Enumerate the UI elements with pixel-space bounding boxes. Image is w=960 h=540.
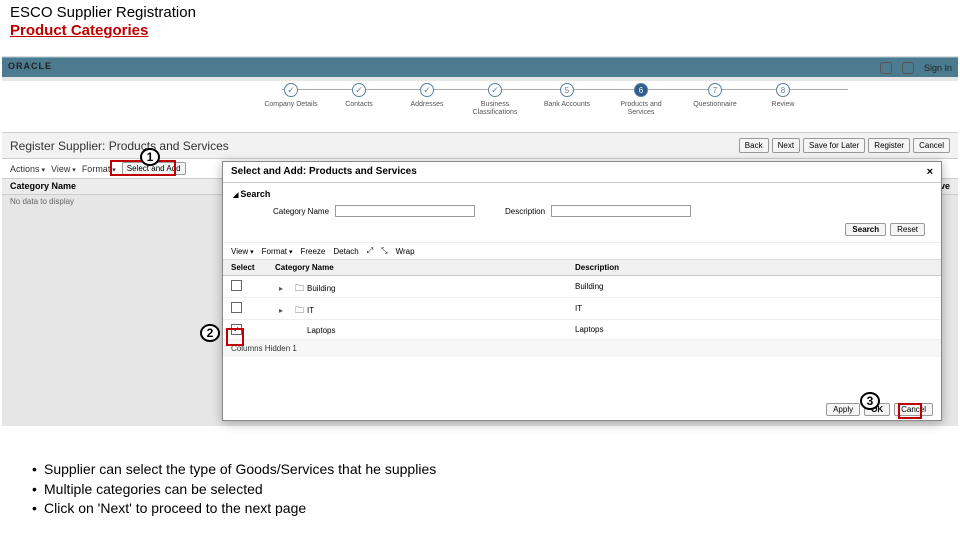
reset-button[interactable]: Reset: [890, 223, 925, 236]
row-desc: Building: [575, 282, 933, 291]
leaf-icon: [295, 325, 303, 333]
columns-hidden-text: Columns Hidden 1: [223, 340, 941, 357]
grid-empty-text: No data to display: [10, 197, 74, 206]
expand-icon[interactable]: [279, 284, 287, 292]
step-questionnaire[interactable]: 7Questionnaire: [684, 83, 746, 109]
note-item: Supplier can select the type of Goods/Se…: [32, 460, 436, 480]
search-button[interactable]: Search: [845, 223, 886, 236]
row-name: IT: [307, 306, 314, 315]
detach-button[interactable]: Detach: [333, 247, 358, 256]
col-desc: Description: [575, 263, 933, 272]
expand-icon[interactable]: ⤢: [367, 246, 373, 256]
actions-menu[interactable]: Actions: [10, 164, 45, 174]
slide-subtitle: Product Categories: [10, 22, 148, 39]
modal-toolbar: View Format Freeze Detach ⤢ ⤡ Wrap: [223, 243, 941, 260]
close-icon[interactable]: ×: [927, 166, 933, 178]
search-panel-header[interactable]: Search: [233, 189, 931, 199]
step-bank-accounts[interactable]: 5Bank Accounts: [536, 83, 598, 109]
oracle-logo: ORACLE: [8, 61, 52, 71]
step-review[interactable]: 8Review: [752, 83, 814, 109]
expand-icon[interactable]: [279, 306, 287, 314]
callout-1: 1: [140, 148, 160, 166]
search-description-label: Description: [505, 207, 545, 216]
screenshot-area: ORACLE Sign In Company Details Contacts …: [2, 56, 958, 426]
sign-in-link[interactable]: Sign In: [924, 63, 952, 73]
register-button[interactable]: Register: [868, 138, 910, 153]
view-menu[interactable]: View: [51, 164, 76, 174]
page-title: Register Supplier: Products and Services: [10, 139, 229, 153]
callout-2: 2: [200, 324, 220, 342]
search-category-input[interactable]: [335, 205, 475, 217]
folder-icon: [295, 281, 303, 289]
step-company-details[interactable]: Company Details: [260, 83, 322, 109]
train-stepper: Company Details Contacts Addresses Busin…: [2, 81, 958, 133]
row-name: Laptops: [307, 326, 335, 335]
search-category-field: Category Name: [273, 205, 475, 217]
row-checkbox[interactable]: [231, 324, 242, 335]
step-contacts[interactable]: Contacts: [328, 83, 390, 109]
apply-button[interactable]: Apply: [826, 403, 860, 416]
cancel-button[interactable]: Cancel: [913, 138, 950, 153]
format-menu[interactable]: Format: [82, 164, 116, 174]
app-bar: ORACLE Sign In: [2, 57, 958, 77]
collapse-icon[interactable]: ⤡: [381, 246, 387, 256]
leaf-icon: [279, 325, 287, 333]
save-for-later-button[interactable]: Save for Later: [803, 138, 865, 153]
note-item: Click on 'Next' to proceed to the next p…: [32, 499, 436, 519]
table-row[interactable]: IT IT: [223, 298, 941, 320]
dialog-title: Select and Add: Products and Services: [231, 166, 417, 178]
wrap-button[interactable]: Wrap: [396, 247, 415, 256]
category-table: Select Category Name Description Buildin…: [223, 260, 941, 340]
modal-cancel-button[interactable]: Cancel: [894, 403, 933, 416]
note-item: Multiple categories can be selected: [32, 480, 436, 500]
search-description-field: Description: [505, 205, 691, 217]
callout-3: 3: [860, 392, 880, 410]
select-add-dialog: Select and Add: Products and Services × …: [222, 161, 942, 421]
slide-title: ESCO Supplier Registration: [10, 4, 196, 21]
row-name: Building: [307, 284, 335, 293]
search-description-input[interactable]: [551, 205, 691, 217]
home-icon[interactable]: [880, 62, 892, 74]
modal-format-menu[interactable]: Format: [262, 247, 293, 256]
modal-view-menu[interactable]: View: [231, 247, 254, 256]
row-checkbox[interactable]: [231, 280, 242, 291]
col-category-name: Category Name: [10, 181, 76, 192]
row-checkbox[interactable]: [231, 302, 242, 313]
col-name: Category Name: [275, 263, 575, 272]
step-addresses[interactable]: Addresses: [396, 83, 458, 109]
search-category-label: Category Name: [273, 207, 329, 216]
step-products-services[interactable]: 6Products and Services: [610, 83, 672, 116]
back-button[interactable]: Back: [739, 138, 769, 153]
col-select: Select: [231, 263, 275, 272]
row-desc: Laptops: [575, 325, 933, 334]
row-desc: IT: [575, 304, 933, 313]
freeze-button[interactable]: Freeze: [300, 247, 325, 256]
slide-notes: Supplier can select the type of Goods/Se…: [20, 460, 436, 519]
table-row[interactable]: Building Building: [223, 276, 941, 298]
folder-icon: [295, 303, 303, 311]
step-business-classifications[interactable]: Business Classifications: [464, 83, 526, 116]
help-icon[interactable]: [902, 62, 914, 74]
next-button[interactable]: Next: [772, 138, 800, 153]
table-row[interactable]: Laptops Laptops: [223, 320, 941, 340]
